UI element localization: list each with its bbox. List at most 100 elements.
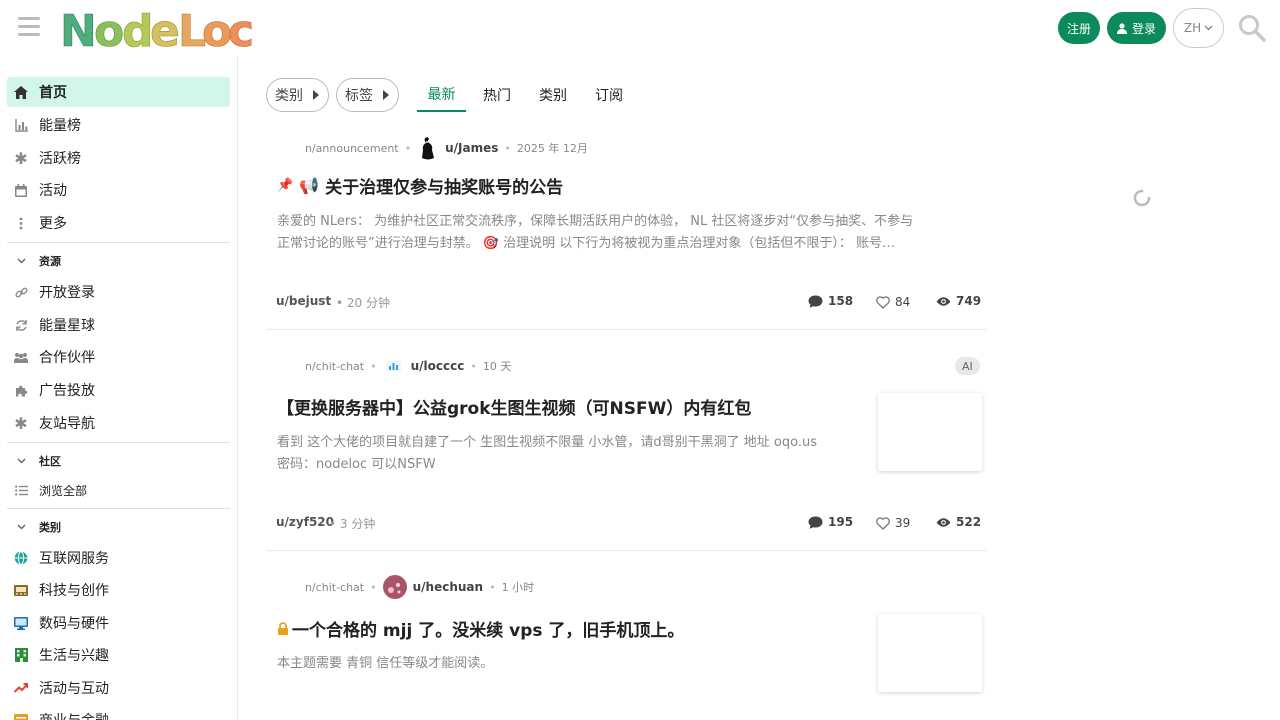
login-button[interactable]: 登录 (1107, 12, 1166, 44)
tab-hot[interactable]: 热门 (475, 78, 519, 112)
search-icon[interactable] (1238, 14, 1266, 42)
topic-title[interactable]: 一个合格的 mjj 了。没米续 vps 了，旧手机顶上。 (277, 616, 684, 641)
section-toggle-resources[interactable]: 资源 (7, 249, 230, 273)
sidebar-item-events[interactable]: 活动 (7, 175, 230, 205)
reply-count-value: 195 (828, 515, 854, 529)
topic-thumbnail[interactable] (878, 393, 982, 471)
view-count-value: 522 (956, 515, 982, 529)
sidebar-item-life-hobbies[interactable]: 生活与兴趣 (7, 640, 230, 670)
like-count[interactable]: 39 (876, 516, 910, 530)
excerpt-line: 正常讨论的账号”进行治理与封禁。 🎯 治理说明 以下行为将被视为重点治理对象（包… (277, 236, 895, 251)
separator-dot: • (504, 141, 511, 155)
tab-latest[interactable]: 最新 (417, 78, 466, 112)
sidebar-divider (7, 508, 230, 509)
heart-icon (876, 295, 890, 309)
sidebar-item-more[interactable]: 更多 (7, 208, 230, 238)
topic-tag[interactable]: AI (955, 357, 980, 375)
topic-category[interactable]: n/announcement (305, 142, 399, 155)
topic-title-text: 关于治理仅参与抽奖账号的公告 (325, 178, 564, 198)
sidebar-item-friend-sites[interactable]: ✱ 友站导航 (7, 408, 230, 438)
topic-category[interactable]: n/chit-chat (305, 581, 364, 594)
topic-author[interactable]: u/locccc (411, 359, 465, 373)
excerpt-line: 本主题需要 青铜 信任等级才能阅读。 (277, 656, 494, 671)
chevron-down-icon (14, 458, 28, 464)
sidebar-item-open-login[interactable]: 开放登录 (7, 277, 230, 307)
last-poster[interactable]: u/bejust (276, 294, 331, 308)
excerpt-line: 密码：nodeloc 可以NSFW (277, 457, 436, 472)
topic-excerpt[interactable]: 看到 这个大佬的项目就自建了一个 生图生视频不限量 小水管，请d哥别干黑洞了 地… (277, 432, 862, 476)
separator-dot: • (404, 141, 412, 155)
sidebar-item-label: 活跃榜 (39, 151, 81, 167)
refresh-icon (14, 318, 28, 332)
pin-icon: 📌 (277, 178, 294, 193)
topic-author[interactable]: u/hechuan (413, 580, 483, 594)
sidebar-item-home[interactable]: 首页 (7, 77, 230, 107)
tag-filter-dropdown[interactable]: 标签 (336, 78, 399, 112)
book-icon (14, 583, 28, 597)
topic-excerpt[interactable]: 本主题需要 青铜 信任等级才能阅读。 (277, 653, 862, 675)
view-count: 522 (936, 515, 981, 529)
topic-time: 10 天 (482, 360, 512, 373)
separator-dot: • (370, 359, 377, 373)
sidebar-item-label: 商业与金融 (39, 710, 109, 720)
reply-count[interactable]: 195 (808, 515, 853, 529)
reply-count-value: 158 (828, 294, 854, 308)
sidebar-item-ads[interactable]: 广告投放 (7, 375, 230, 405)
sidebar-item-activities[interactable]: 活动与互动 (7, 673, 230, 703)
topic-title-text: 【更换服务器中】公益grok生图生视频（可NSFW）内有红包 (277, 399, 752, 419)
topic-title[interactable]: 【更换服务器中】公益grok生图生视频（可NSFW）内有红包 (277, 394, 751, 419)
avatar[interactable] (383, 358, 405, 374)
sidebar-item-label: 互联网服务 (39, 551, 109, 567)
separator-dot: • (370, 580, 377, 594)
list-icon (14, 483, 28, 497)
section-title: 类别 (39, 521, 61, 534)
topic-author[interactable]: u/James (445, 141, 498, 155)
sidebar-item-tech-creation[interactable]: 科技与创作 (7, 575, 230, 605)
sidebar-item-business-finance[interactable]: 商业与金融 (7, 705, 230, 720)
register-button[interactable]: 注册 (1058, 12, 1100, 44)
nodeloc-logo[interactable]: N o d e L o c (60, 4, 255, 52)
sidebar-item-energy-planet[interactable]: 能量星球 (7, 310, 230, 340)
sidebar-item-label: 合作伙伴 (39, 350, 95, 366)
svg-text:d: d (122, 6, 154, 52)
sidebar-item-active-rank[interactable]: ✱ 活跃榜 (7, 143, 230, 173)
section-toggle-categories[interactable]: 类别 (7, 515, 230, 539)
svg-text:N: N (60, 6, 97, 52)
reply-count[interactable]: 158 (808, 294, 853, 308)
sidebar-item-internet-services[interactable]: 互联网服务 (7, 543, 230, 573)
language-selector[interactable]: ZH (1173, 8, 1224, 48)
chevron-down-icon (14, 258, 28, 264)
asterisk-icon: ✱ (14, 148, 28, 168)
globe-icon (14, 551, 28, 565)
topic-thumbnail[interactable] (878, 614, 982, 692)
excerpt-line: 亲爱的 NLers： 为维护社区正常交流秩序，保障长期活跃用户的体验， NL 社… (277, 214, 914, 229)
sidebar-item-leaderboard[interactable]: 能量榜 (7, 110, 230, 140)
sidebar-divider (7, 242, 230, 243)
topic-category[interactable]: n/chit-chat (305, 360, 364, 373)
category-filter-dropdown[interactable]: 类别 (266, 78, 329, 112)
svg-text:c: c (228, 6, 254, 52)
sidebar-item-partners[interactable]: 合作伙伴 (7, 342, 230, 372)
menu-icon[interactable] (18, 17, 40, 37)
topic-excerpt[interactable]: 亲爱的 NLers： 为维护社区正常交流秩序，保障长期活跃用户的体验， NL 社… (277, 211, 967, 255)
sidebar-item-digital-hardware[interactable]: 数码与硬件 (7, 608, 230, 638)
sidebar-item-browse-all[interactable]: 浏览全部 (7, 475, 230, 505)
tab-subscribed[interactable]: 订阅 (587, 78, 631, 112)
last-activity-time: • 20 分钟 (336, 296, 390, 310)
eye-icon (936, 517, 951, 527)
like-count-value: 39 (895, 516, 911, 530)
sidebar-item-label: 活动 (39, 183, 67, 199)
like-count[interactable]: 84 (876, 295, 910, 309)
avatar[interactable] (382, 575, 407, 599)
topic-meta: n/chit-chat • u/locccc • 10 天 (305, 358, 511, 374)
users-icon (14, 350, 28, 364)
section-toggle-community[interactable]: 社区 (7, 449, 230, 473)
login-label: 登录 (1131, 21, 1156, 36)
avatar[interactable] (417, 136, 439, 160)
last-poster[interactable]: u/zyf520 (276, 515, 334, 529)
sidebar: 首页 能量榜 ✱ 活跃榜 活动 更多 资源 开放登录 能量星球 合作伙伴 广告投… (0, 56, 238, 720)
link-icon (14, 285, 28, 299)
tab-categories[interactable]: 类别 (531, 78, 575, 112)
topic-title[interactable]: 📌 📢 关于治理仅参与抽奖账号的公告 (277, 173, 563, 198)
heart-icon (876, 516, 890, 530)
